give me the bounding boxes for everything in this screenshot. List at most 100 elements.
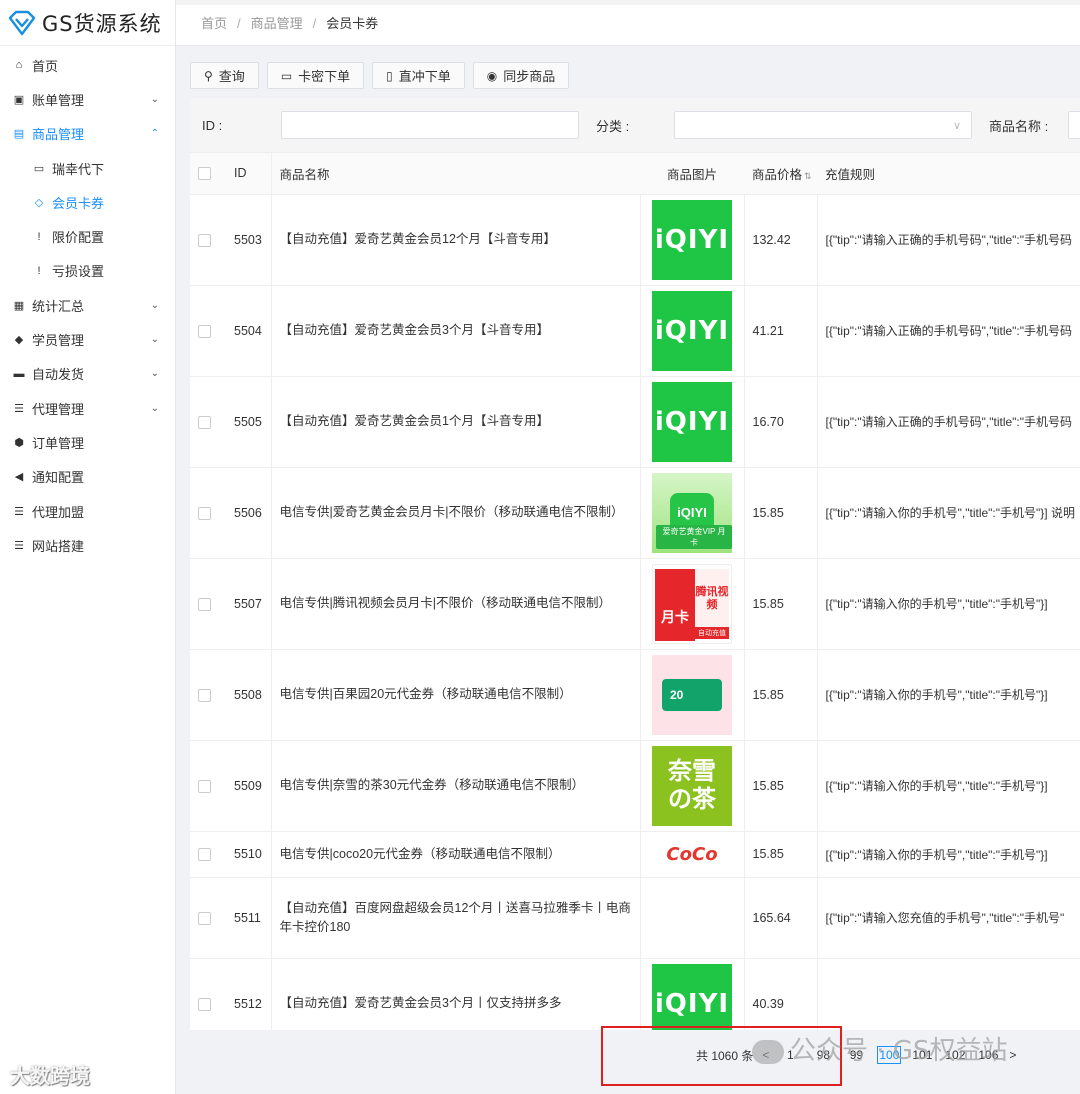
cell-rule (817, 958, 1080, 1030)
row-checkbox[interactable] (198, 233, 211, 247)
sidebar-item[interactable]: ◀ 通知配置 (0, 460, 175, 494)
row-checkbox[interactable] (198, 911, 211, 925)
cell-image: iQIYI (640, 194, 745, 286)
coco-logo-image: CoCo (652, 836, 732, 872)
chevron-icon: ⌄ (150, 93, 159, 105)
cell-image: iQIYI (640, 376, 745, 468)
name-input[interactable] (1068, 111, 1080, 139)
mobile-icon: ▯ (386, 68, 393, 83)
tencent-auto-band: 自动充值 (695, 626, 729, 639)
cell-price: 41.21 (744, 285, 818, 377)
row-checkbox[interactable] (198, 688, 211, 702)
cell-name: 【自动充值】爱奇艺黄金会员12个月【斗音专用】 (271, 194, 641, 286)
sidebar-item[interactable]: ! 限价配置 (0, 219, 175, 253)
category-select[interactable]: ∨ (674, 111, 972, 139)
row-checkbox-cell (190, 467, 226, 559)
table-row[interactable]: 5508 电信专供|百果园20元代金券（移动联通电信不限制） 20 15.85 [{"t… (190, 649, 1080, 741)
sidebar-menu: ⌂ 首页 ▣ 账单管理 ⌄ ▤ 商品管理 ⌃ ▭ 瑞幸代下 ◇ 会员卡券! 限价配置! 亏损设置 ▦ 统计汇总… (0, 46, 175, 562)
cell-name: 电信专供|奈雪的茶30元代金券（移动联通电信不限制） (271, 740, 641, 832)
iqiyi-logo-image: iQIYI (652, 199, 732, 280)
sidebar-item[interactable]: ▬ 自动发货 ⌄ (0, 357, 175, 391)
sidebar-item[interactable]: ▦ 统计汇总 ⌄ (0, 288, 175, 322)
row-checkbox[interactable] (198, 848, 211, 862)
iqiyi-card-band: 爱奇艺黄金VIP 月卡 (656, 524, 732, 549)
cell-rule: [{"tip":"请输入正确的手机号码","title":"手机号码 (817, 376, 1080, 468)
card-order-button[interactable]: ▭ 卡密下单 (266, 62, 365, 89)
sidebar-item[interactable]: ◇ 会员卡券 (0, 185, 175, 219)
sidebar-item-label: 通知配置 (32, 470, 85, 486)
table-row[interactable]: 5506 电信专供|爱奇艺黄金会员月卡|不限价（移动联通电信不限制） iQIYI 爱奇… (190, 467, 1080, 559)
table-row[interactable]: 5504 【自动充值】爱奇艺黄金会员3个月【斗音专用】 iQIYI 41.21 [{"t… (190, 285, 1080, 377)
row-checkbox[interactable] (198, 415, 211, 429)
id-input[interactable] (281, 111, 579, 139)
sync-goods-button[interactable]: ◉ 同步商品 (472, 62, 570, 89)
sidebar-item[interactable]: ☰ 代理管理 ⌄ (0, 391, 175, 425)
wechat-watermark-text: 公众号 · GS权益站 (790, 1036, 1008, 1066)
cell-image: 奈雪 の茶 (640, 740, 745, 832)
table-row[interactable]: 5511 【自动充值】百度网盘超级会员12个月丨送喜马拉雅季卡丨电商年卡控价180… (190, 877, 1080, 959)
select-all-checkbox[interactable] (198, 167, 211, 181)
cell-image: CoCo (640, 831, 745, 878)
sidebar-item[interactable]: ◆ 学员管理 ⌄ (0, 322, 175, 356)
cell-image: iQIYI (640, 285, 745, 377)
cell-price: 15.85 (744, 558, 818, 650)
card-order-label: 卡密下单 (298, 69, 351, 84)
list-icon: ☰ (14, 402, 24, 415)
cell-price: 132.42 (744, 194, 818, 286)
table-row[interactable]: 5507 电信专供|腾讯视频会员月卡|不限价（移动联通电信不限制） 月卡 腾讯视频 自动… (190, 558, 1080, 650)
next-page-button[interactable]: > (1009, 1048, 1016, 1062)
table-row[interactable]: 5503 【自动充值】爱奇艺黄金会员12个月【斗音专用】 iQIYI 132.42[{… (190, 194, 1080, 286)
goods-panel: ID : 分类 : ∨ 商品名称 : ID 商品名称 商品图片 商品价格 ⇅ 充值… (190, 98, 1080, 1030)
sidebar-item-label: 首页 (32, 58, 59, 74)
sync-icon: ◉ (486, 68, 498, 83)
car-icon: ▬ (13, 367, 25, 380)
sidebar-item[interactable]: ⌂ 首页 (0, 48, 175, 82)
cell-name: 电信专供|百果园20元代金券（移动联通电信不限制） (271, 649, 641, 741)
row-checkbox[interactable] (198, 997, 211, 1011)
cell-id: 5505 (226, 376, 272, 468)
query-button[interactable]: ⚲ 查询 (190, 62, 259, 89)
coupon-card: 20 (662, 678, 722, 711)
logo[interactable]: GS货源系统 (0, 0, 175, 46)
sort-icon[interactable]: ⇅ (804, 171, 812, 181)
id-label: ID : (202, 117, 223, 133)
cell-id: 5507 (226, 558, 272, 650)
header-price[interactable]: 商品价格 ⇅ (744, 153, 817, 195)
row-checkbox[interactable] (198, 506, 211, 520)
row-checkbox-cell (190, 740, 226, 832)
row-checkbox[interactable] (198, 324, 211, 338)
sidebar-item[interactable]: ▭ 瑞幸代下 (0, 151, 175, 185)
breadcrumb-goods[interactable]: 商品管理 (251, 16, 303, 31)
total-count: 共 1060 条 (696, 1048, 754, 1063)
bill-icon: ▣ (13, 93, 25, 106)
sidebar-item[interactable]: ☰ 网站搭建 (0, 528, 175, 562)
tencent-video-label: 腾讯视频 (695, 568, 729, 629)
row-checkbox-cell (190, 376, 226, 468)
naixue-logo-image: 奈雪 の茶 (652, 745, 732, 826)
cell-id: 5506 (226, 467, 272, 559)
cell-name: 电信专供|腾讯视频会员月卡|不限价（移动联通电信不限制） (271, 558, 641, 650)
sidebar-item[interactable]: ⬢ 订单管理 (0, 425, 175, 459)
wechat-icon (752, 1039, 784, 1064)
table-row[interactable]: 5509 电信专供|奈雪的茶30元代金券（移动联通电信不限制） 奈雪 の茶 15.85[… (190, 740, 1080, 832)
cell-price: 165.64 (744, 877, 818, 959)
sidebar-item-label: 自动发货 (32, 367, 85, 383)
sidebar-item-label: 会员卡券 (52, 195, 105, 211)
sidebar-item[interactable]: ▤ 商品管理 ⌃ (0, 117, 175, 151)
topbar: 首页 / 商品管理 / 会员卡券 (176, 0, 1080, 46)
cell-name: 【自动充值】爱奇艺黄金会员3个月【斗音专用】 (271, 285, 641, 377)
cell-image: 20 (640, 649, 745, 741)
sidebar-item[interactable]: ▣ 账单管理 ⌄ (0, 82, 175, 116)
table-row[interactable]: 5505 【自动充值】爱奇艺黄金会员1个月【斗音专用】 iQIYI 16.70 [{"t… (190, 376, 1080, 468)
row-checkbox-cell (190, 877, 226, 959)
header-image: 商品图片 (640, 153, 744, 195)
direct-order-button[interactable]: ▯ 直冲下单 (372, 62, 465, 89)
table-row[interactable]: 5510 电信专供|coco20元代金券（移动联通电信不限制） CoCo 15.85[… (190, 831, 1080, 878)
sidebar-item[interactable]: ! 亏损设置 (0, 254, 175, 288)
breadcrumb-home[interactable]: 首页 (201, 16, 227, 31)
sidebar-item[interactable]: ☰ 代理加盟 (0, 494, 175, 528)
row-checkbox[interactable] (198, 779, 211, 793)
cell-price: 15.85 (744, 831, 818, 878)
row-checkbox[interactable] (198, 597, 211, 611)
table-row[interactable]: 5512 【自动充值】爱奇艺黄金会员3个月丨仅支持拼多多 iQIYI 40.39 (190, 958, 1080, 1030)
